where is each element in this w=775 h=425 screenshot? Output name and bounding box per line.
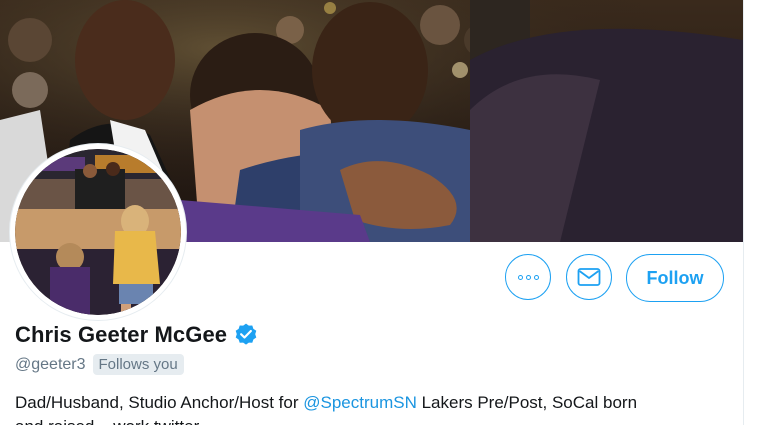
profile-page: Follow Chris Geeter McGee @geeter3 Follo…: [0, 0, 775, 425]
follow-button[interactable]: Follow: [626, 254, 724, 302]
more-horizontal-icon: [517, 274, 539, 280]
profile-name-row: Chris Geeter McGee: [15, 322, 259, 348]
profile-bio: Dad/Husband, Studio Anchor/Host for @Spe…: [15, 391, 735, 425]
bio-text-line2: and raised... work twitter: [15, 417, 199, 425]
more-options-button[interactable]: [505, 254, 551, 300]
profile-avatar[interactable]: [10, 144, 186, 320]
display-name: Chris Geeter McGee: [15, 322, 228, 347]
direct-message-button[interactable]: [566, 254, 612, 300]
bio-text-prefix: Dad/Husband, Studio Anchor/Host for: [15, 393, 304, 412]
avatar-image: [15, 149, 181, 315]
handle: @geeter3: [15, 355, 86, 373]
verified-badge-icon: [235, 323, 257, 345]
scroll-gutter: [743, 0, 775, 425]
envelope-icon: [577, 268, 601, 286]
follows-you-badge: Follows you: [92, 354, 184, 375]
handle-row: @geeter3 Follows you: [15, 354, 184, 375]
bio-mention-link[interactable]: @SpectrumSN: [303, 393, 417, 412]
bio-text-suffix: Lakers Pre/Post, SoCal born: [416, 393, 638, 412]
